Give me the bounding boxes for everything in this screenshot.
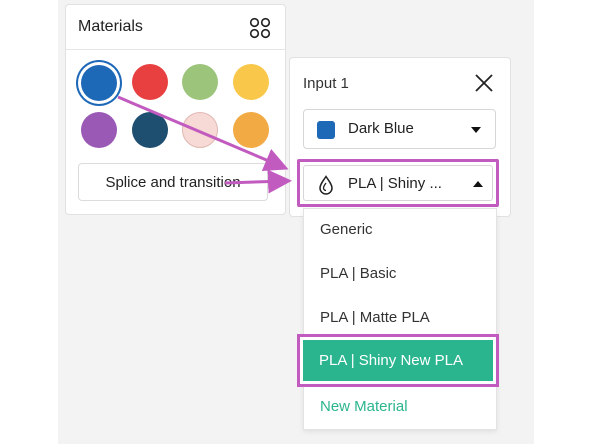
chevron-up-icon <box>473 181 483 187</box>
material-select[interactable]: PLA | Shiny ... <box>297 159 499 207</box>
material-dropdown: Generic PLA | Basic PLA | Matte PLA New … <box>303 208 497 430</box>
chevron-down-icon <box>471 127 481 133</box>
material-select-box: PLA | Shiny ... <box>303 165 493 201</box>
dropdown-item-pla-basic[interactable]: PLA | Basic <box>304 253 496 297</box>
color-chip <box>317 121 335 139</box>
swatch-red[interactable] <box>132 64 168 100</box>
materials-panel: Materials Splice and transition <box>65 4 286 215</box>
dropdown-item-label: PLA | Shiny New PLA <box>319 352 463 369</box>
grid-view-icon[interactable] <box>249 17 271 39</box>
input-title: Input 1 <box>303 75 349 92</box>
materials-title: Materials <box>78 18 143 35</box>
swatch-light-green[interactable] <box>182 64 218 100</box>
dropdown-item-new-material[interactable]: New Material <box>304 386 496 430</box>
materials-header: Materials <box>66 5 285 50</box>
swatch-purple[interactable] <box>81 112 117 148</box>
dropdown-item-label: PLA | Matte PLA <box>320 309 430 326</box>
dropdown-item-label: New Material <box>320 398 408 415</box>
swatch-orange[interactable] <box>233 112 269 148</box>
swatch-dark-blue[interactable] <box>81 65 117 101</box>
close-icon[interactable] <box>473 72 495 94</box>
splice-and-transition-button[interactable]: Splice and transition <box>78 163 268 201</box>
swatch-yellow[interactable] <box>233 64 269 100</box>
swatch-navy[interactable] <box>132 112 168 148</box>
material-drop-icon <box>319 175 333 195</box>
swatch-light-pink[interactable] <box>182 112 218 148</box>
dropdown-item-generic[interactable]: Generic <box>304 209 496 253</box>
dropdown-item-label: Generic <box>320 221 373 238</box>
color-select-value: Dark Blue <box>348 120 414 137</box>
material-select-value: PLA | Shiny ... <box>348 175 442 192</box>
dropdown-item-label: PLA | Basic <box>320 265 397 282</box>
dropdown-item-pla-shiny-new[interactable]: PLA | Shiny New PLA <box>297 334 499 387</box>
color-select[interactable]: Dark Blue <box>303 109 496 149</box>
